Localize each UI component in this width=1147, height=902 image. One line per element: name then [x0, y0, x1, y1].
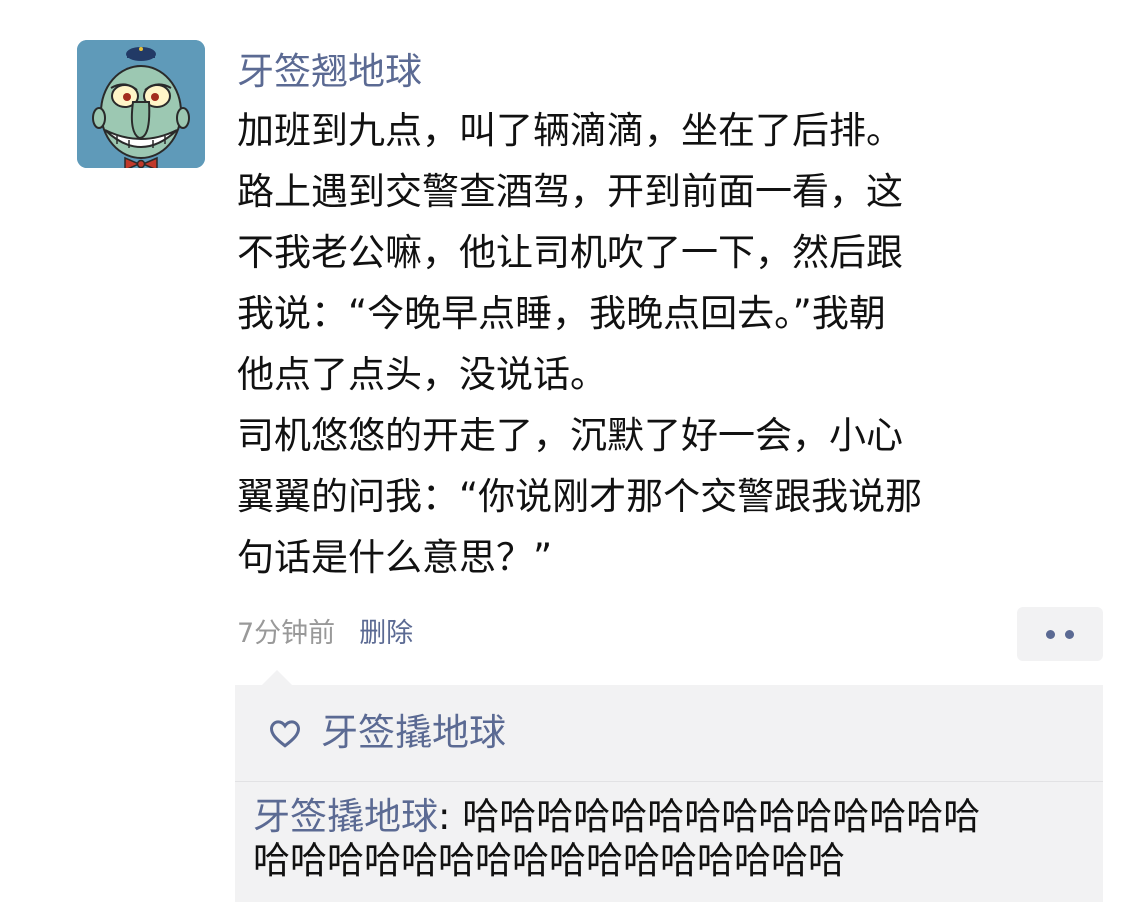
liker-name[interactable]: 牙签撬地球	[321, 709, 506, 757]
more-actions-button[interactable]	[1017, 607, 1103, 661]
squidward-avatar-icon	[77, 40, 205, 168]
comment-line: 牙签撬地球: 哈哈哈哈哈哈哈哈哈哈哈哈哈哈	[253, 795, 1098, 839]
feedback-pointer	[262, 670, 292, 685]
likes-row: 牙签撬地球	[267, 709, 506, 757]
commenter-name[interactable]: 牙签撬地球	[253, 795, 438, 838]
post-text-line: 我说：“今晚早点睡，我晚点回去。”我朝	[237, 292, 886, 335]
avatar[interactable]	[77, 40, 205, 168]
comment-line: 哈哈哈哈哈哈哈哈哈哈哈哈哈哈哈哈	[253, 839, 845, 882]
delete-link[interactable]: 删除	[359, 614, 413, 654]
post-text-line: 加班到九点，叫了辆滴滴，坐在了后排。	[237, 109, 903, 152]
post-text: 加班到九点，叫了辆滴滴，坐在了后排。 路上遇到交警查酒驾，开到前面一看，这 不我…	[237, 100, 1037, 588]
post-text-line: 路上遇到交警查酒驾，开到前面一看，这	[237, 170, 903, 213]
post-meta: 7分钟前 删除	[237, 614, 413, 654]
comment-text: 哈哈哈哈哈哈哈哈哈哈哈哈哈哈	[462, 795, 981, 838]
post-text-line: 句话是什么意思？”	[237, 536, 553, 579]
post-text-line: 不我老公嘛，他让司机吹了一下，然后跟	[237, 231, 903, 274]
comment-item[interactable]: 牙签撬地球: 哈哈哈哈哈哈哈哈哈哈哈哈哈哈 哈哈哈哈哈哈哈哈哈哈哈哈哈哈哈哈	[253, 795, 1098, 883]
post-author-name[interactable]: 牙签翘地球	[237, 48, 422, 96]
post-text-line: 翼翼的问我：“你说刚才那个交警跟我说那	[237, 475, 923, 518]
comment-separator: :	[438, 795, 463, 838]
feedback-panel: 牙签撬地球 牙签撬地球: 哈哈哈哈哈哈哈哈哈哈哈哈哈哈 哈哈哈哈哈哈哈哈哈哈哈哈…	[235, 685, 1103, 902]
more-dots-icon	[1046, 629, 1055, 639]
post-text-line: 司机悠悠的开走了，沉默了好一会，小心	[237, 414, 903, 457]
divider	[235, 781, 1103, 782]
post-timestamp: 7分钟前	[237, 618, 336, 649]
more-dots-icon	[1065, 629, 1074, 639]
post-text-line: 他点了点头，没说话。	[237, 353, 607, 396]
heart-outline-icon	[269, 720, 301, 748]
